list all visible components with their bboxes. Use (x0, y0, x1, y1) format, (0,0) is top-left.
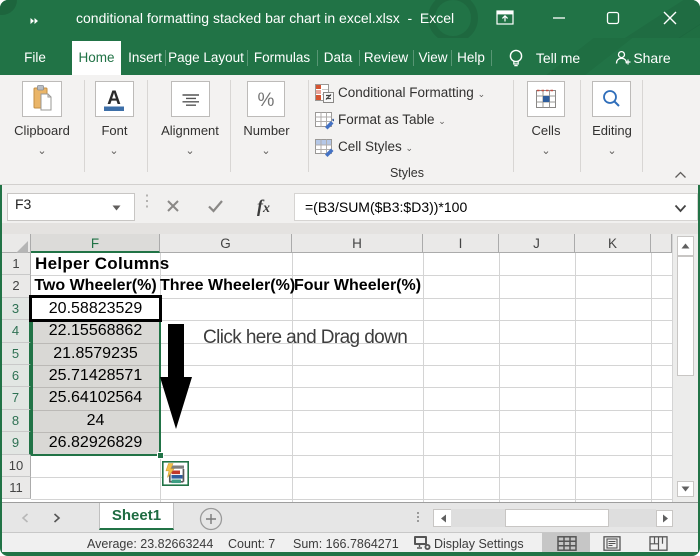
svg-text:%: % (258, 90, 275, 111)
svg-text:A: A (107, 88, 121, 109)
